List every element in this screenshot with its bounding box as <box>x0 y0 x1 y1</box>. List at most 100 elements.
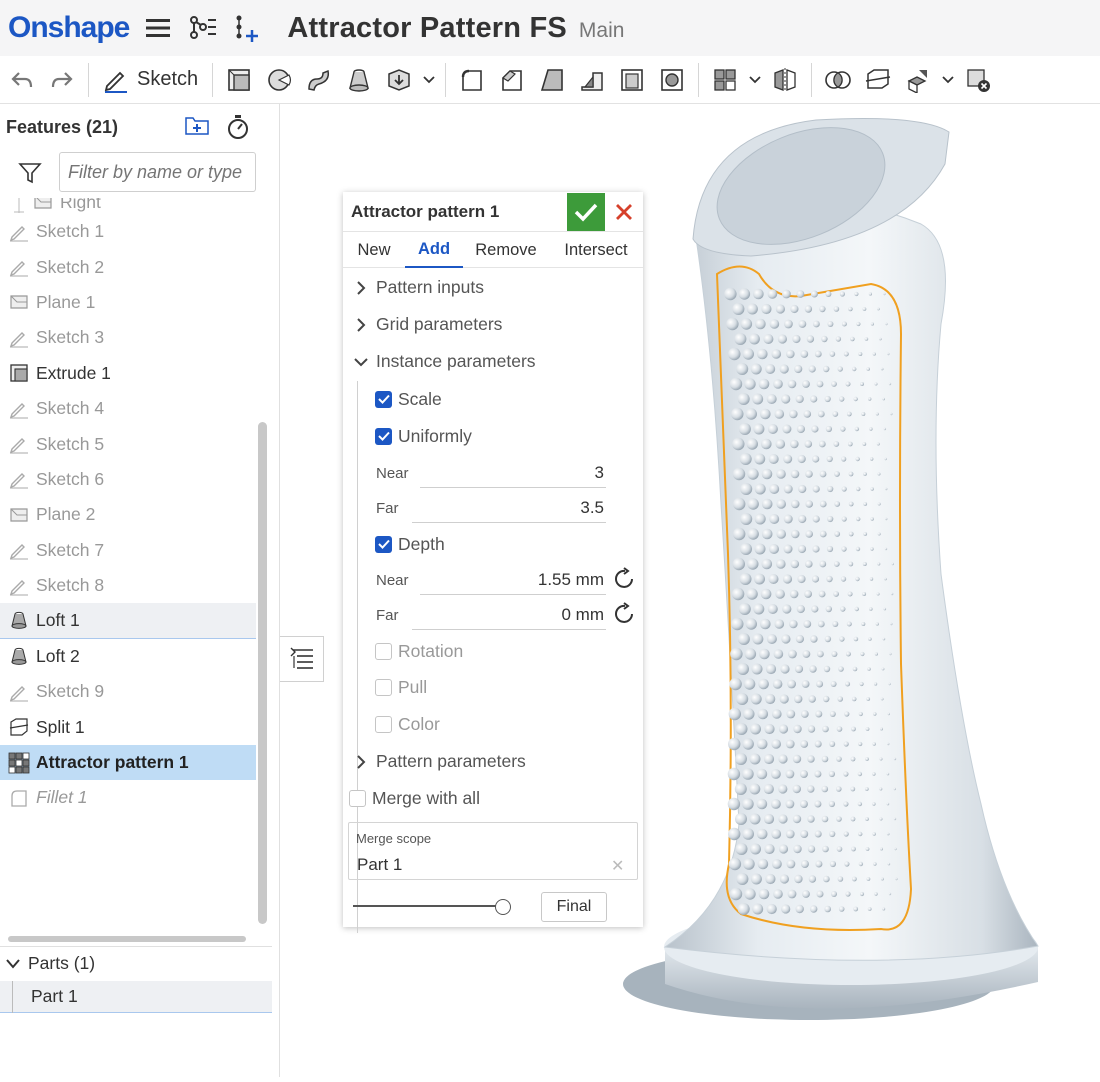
tab-remove[interactable]: Remove <box>463 232 549 268</box>
rib-icon[interactable] <box>572 60 612 100</box>
feature-list-horizontal-scrollbar[interactable] <box>8 936 246 942</box>
merge-with-all-row[interactable]: Merge with all <box>349 786 480 810</box>
feature-list-scrollbar[interactable] <box>258 422 267 924</box>
feature-item-sketch-2[interactable]: Sketch 2 <box>0 249 256 284</box>
version-graph-icon[interactable] <box>187 13 217 43</box>
dimple <box>761 528 773 540</box>
part-item-part-1[interactable]: Part 1 <box>0 981 272 1013</box>
depth-near-input[interactable]: 1.55 mm <box>420 565 606 595</box>
color-checkbox[interactable] <box>375 715 392 733</box>
rotation-checkbox-row[interactable]: Rotation <box>375 634 463 668</box>
mirror-icon[interactable] <box>765 60 805 100</box>
dimple <box>845 681 851 687</box>
extrude-icon[interactable] <box>219 60 259 100</box>
feature-item-sketch-7[interactable]: Sketch 7 <box>0 533 256 568</box>
revolve-icon[interactable] <box>259 60 299 100</box>
cancel-button[interactable] <box>611 198 637 226</box>
chevron-down-icon[interactable] <box>938 60 958 100</box>
depth-far-input[interactable]: 0 mm <box>412 600 606 630</box>
scale-near-input[interactable]: 3 <box>420 458 606 488</box>
dimple <box>870 457 874 461</box>
fillet-icon[interactable] <box>452 60 492 100</box>
delete-part-icon[interactable] <box>958 60 998 100</box>
uniformly-checkbox-row[interactable]: Uniformly <box>375 419 472 453</box>
depth-checkbox-row[interactable]: Depth <box>375 527 445 561</box>
clear-selection-icon[interactable]: ✕ <box>611 856 624 876</box>
feature-item-extrude-1[interactable]: Extrude 1 <box>0 356 256 391</box>
feature-filter-input[interactable] <box>59 152 256 192</box>
feature-item-split-1[interactable]: Split 1 <box>0 709 256 744</box>
dimple <box>766 394 777 404</box>
thicken-icon[interactable] <box>379 60 419 100</box>
dimple <box>753 603 765 615</box>
feature-item-sketch-3[interactable]: Sketch 3 <box>0 320 256 355</box>
section-pattern-inputs[interactable]: Pattern inputs <box>343 269 643 306</box>
rollback-slider-handle[interactable] <box>495 899 511 915</box>
shell-icon[interactable] <box>612 60 652 100</box>
merge-with-all-checkbox[interactable] <box>349 789 366 807</box>
undo-icon[interactable] <box>2 60 42 100</box>
section-grid-parameters[interactable]: Grid parameters <box>343 306 643 343</box>
onshape-logo[interactable]: Onshape <box>8 11 130 45</box>
boolean-icon[interactable] <box>818 60 858 100</box>
document-title[interactable]: Attractor Pattern FS <box>287 12 567 45</box>
final-button[interactable]: Final <box>541 892 607 922</box>
feature-item-sketch-8[interactable]: Sketch 8 <box>0 568 256 603</box>
feature-item-sketch-6[interactable]: Sketch 6 <box>0 462 256 497</box>
chevron-down-icon[interactable] <box>419 60 439 100</box>
sketch-button[interactable]: Sketch <box>95 60 206 100</box>
feature-item-attractor-pattern-1[interactable]: Attractor pattern 1 <box>0 744 256 781</box>
add-folder-icon[interactable] <box>184 114 210 141</box>
loft-icon[interactable] <box>339 60 379 100</box>
dimple <box>852 666 858 672</box>
feature-item-sketch-1[interactable]: Sketch 1 <box>0 214 256 249</box>
rollback-slider-track[interactable] <box>353 905 505 907</box>
pull-checkbox-row[interactable]: Pull <box>375 670 427 704</box>
feature-item-loft-2[interactable]: Loft 2 <box>0 639 256 674</box>
branch-label[interactable]: Main <box>579 19 625 43</box>
rotation-checkbox[interactable] <box>375 642 392 660</box>
section-pattern-parameters[interactable]: Pattern parameters <box>343 743 643 780</box>
feature-item-sketch-9[interactable]: Sketch 9 <box>0 674 256 709</box>
checkmark-icon <box>377 539 390 549</box>
feature-item-right[interactable]: Right <box>0 198 256 214</box>
filter-icon[interactable] <box>18 162 42 189</box>
scale-far-input[interactable]: 3.5 <box>412 493 606 523</box>
pull-checkbox[interactable] <box>375 678 392 696</box>
rollback-timer-icon[interactable] <box>226 114 250 145</box>
feature-item-sketch-5[interactable]: Sketch 5 <box>0 426 256 461</box>
hamburger-menu-icon[interactable] <box>143 13 173 43</box>
redo-icon[interactable] <box>42 60 82 100</box>
reset-direction-icon[interactable] <box>613 602 637 630</box>
tab-add[interactable]: Add <box>405 232 463 268</box>
depth-checkbox[interactable] <box>375 535 392 553</box>
linear-pattern-icon[interactable] <box>705 60 745 100</box>
feature-item-fillet-1[interactable]: Fillet 1 <box>0 780 256 815</box>
dimple <box>822 845 829 853</box>
feature-item-plane-1[interactable]: Plane 1 <box>0 285 256 320</box>
insert-icon[interactable] <box>231 13 261 43</box>
parts-section-header[interactable]: Parts (1) <box>0 946 272 980</box>
dimple <box>732 303 745 315</box>
feature-item-loft-1[interactable]: Loft 1 <box>0 603 256 639</box>
draft-icon[interactable] <box>532 60 572 100</box>
scale-checkbox[interactable] <box>375 390 392 408</box>
split-icon[interactable] <box>858 60 898 100</box>
section-instance-parameters[interactable]: Instance parameters <box>343 343 643 380</box>
reset-direction-icon[interactable] <box>613 567 637 595</box>
chevron-down-icon[interactable] <box>745 60 765 100</box>
scale-checkbox-row[interactable]: Scale <box>375 382 442 416</box>
chamfer-icon[interactable] <box>492 60 532 100</box>
feature-item-sketch-4[interactable]: Sketch 4 <box>0 391 256 426</box>
transform-icon[interactable] <box>898 60 938 100</box>
uniformly-checkbox[interactable] <box>375 427 392 445</box>
accept-button[interactable] <box>567 193 605 231</box>
tab-new[interactable]: New <box>343 232 405 268</box>
feature-item-plane-2[interactable]: Plane 2 <box>0 497 256 532</box>
color-checkbox-row[interactable]: Color <box>375 707 440 741</box>
sweep-icon[interactable] <box>299 60 339 100</box>
hole-icon[interactable] <box>652 60 692 100</box>
merge-scope-field[interactable]: Merge scope Part 1 ✕ <box>348 822 638 880</box>
dimple <box>752 393 764 405</box>
tab-intersect[interactable]: Intersect <box>549 232 643 268</box>
